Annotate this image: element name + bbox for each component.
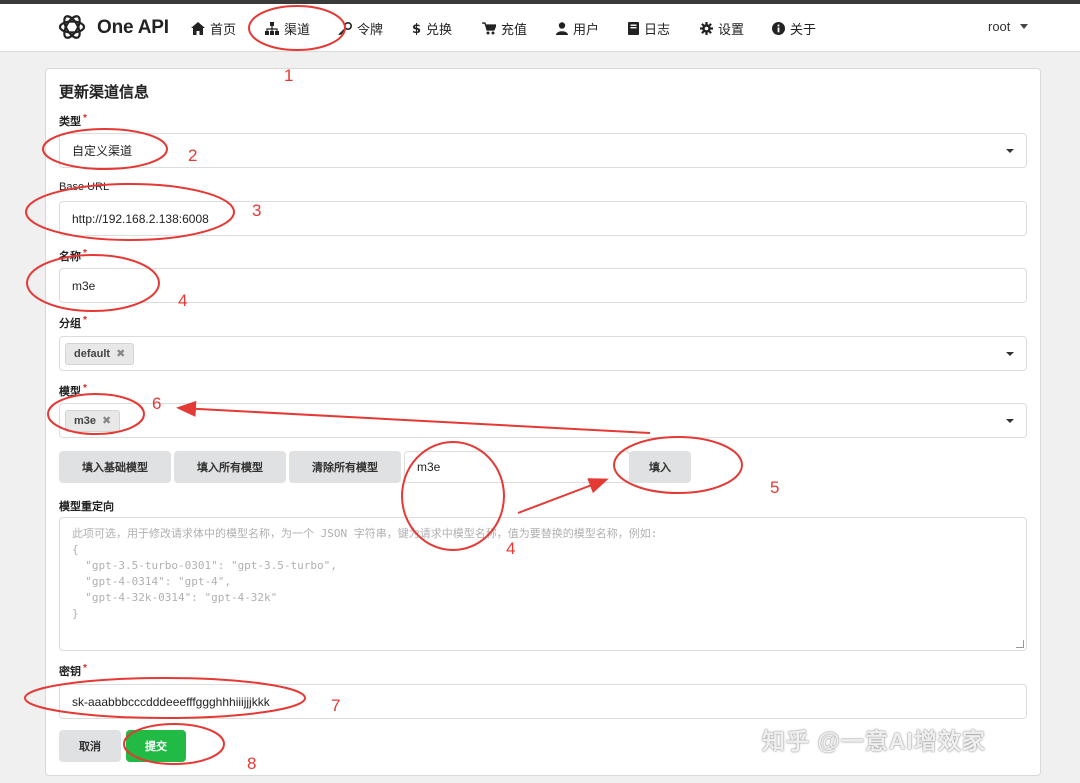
nav-logs[interactable]: 日志 — [628, 19, 670, 38]
book-icon — [628, 22, 639, 35]
group-label-text: 分组 — [59, 318, 81, 330]
annotation-number: 3 — [252, 201, 262, 220]
nav-settings[interactable]: 设置 — [700, 19, 744, 38]
models-label: 模型 * — [59, 383, 87, 399]
required-mark: * — [83, 315, 87, 326]
nav-redeem-label: 兑换 — [426, 22, 453, 37]
required-mark: * — [83, 248, 87, 259]
openai-logo-icon[interactable] — [56, 11, 88, 43]
nav-home-label: 首页 — [210, 22, 237, 37]
models-select[interactable]: m3e ✖ — [59, 403, 1027, 438]
nav-redeem[interactable]: $ 兑换 — [412, 19, 452, 38]
nav-users-label: 用户 — [573, 22, 600, 37]
name-label: 名称 * — [59, 248, 87, 264]
dollar-icon: $ — [412, 22, 421, 35]
base-url-input[interactable]: http://192.168.2.138:6008 — [59, 201, 1027, 236]
key-value: sk-aaabbbcccdddeeefffggghhhiiijjjkkk — [72, 694, 270, 709]
type-label-text: 类型 — [59, 116, 81, 128]
page-title: 更新渠道信息 — [59, 84, 150, 101]
chevron-down-icon — [1006, 148, 1014, 153]
type-select[interactable]: 自定义渠道 — [59, 133, 1027, 168]
nav-settings-label: 设置 — [718, 22, 745, 37]
name-input[interactable]: m3e — [59, 268, 1027, 303]
fill-custom-model-button[interactable]: 填入 — [629, 451, 691, 483]
nav-about[interactable]: 关于 — [772, 19, 816, 38]
type-select-value: 自定义渠道 — [72, 144, 133, 158]
brand-name[interactable]: One API — [97, 17, 169, 39]
close-icon[interactable]: ✖ — [116, 347, 125, 360]
nav-channels[interactable]: 渠道 — [265, 19, 310, 38]
key-label-text: 密钥 — [59, 666, 81, 678]
annotation-number: 4 — [178, 291, 188, 310]
edit-channel-card: 更新渠道信息 类型 * 自定义渠道 Base URL http://192.168… — [45, 68, 1041, 776]
watermark: 知乎 @一意AI增效家 — [762, 728, 986, 754]
custom-model-value: m3e — [417, 460, 441, 474]
nav-channels-label: 渠道 — [284, 22, 311, 37]
key-input[interactable]: sk-aaabbbcccdddeeefffggghhhiiijjjkkk — [59, 684, 1027, 719]
key-icon — [338, 22, 352, 35]
username: root — [988, 19, 1011, 34]
annotation-number: 6 — [152, 394, 162, 413]
required-mark: * — [83, 663, 87, 674]
nav-topup-label: 充值 — [501, 22, 528, 37]
nav-about-label: 关于 — [790, 22, 817, 37]
close-icon[interactable]: ✖ — [102, 414, 111, 427]
annotation-number: 8 — [247, 754, 257, 773]
annotation-number: 4 — [506, 539, 516, 558]
nav-tokens-label: 令牌 — [357, 22, 384, 37]
annotation-number: 7 — [331, 696, 341, 715]
home-icon — [191, 22, 205, 35]
name-label-text: 名称 — [59, 251, 81, 263]
annotation-number: 1 — [284, 66, 294, 85]
navbar: One API 首页 渠道 令牌 $ 兑换 充值 用户 日志 设置 关于 roo… — [0, 4, 1080, 52]
gear-icon — [700, 22, 713, 35]
resize-handle-icon[interactable] — [1016, 640, 1024, 648]
model-mapping-textarea[interactable]: 此项可选，用于修改请求体中的模型名称，为一个 JSON 字符串，键为请求中模型名… — [59, 517, 1027, 651]
group-chip[interactable]: default ✖ — [65, 342, 135, 365]
clear-all-models-button[interactable]: 清除所有模型 — [289, 451, 401, 483]
cart-icon — [482, 22, 496, 35]
nav-users[interactable]: 用户 — [556, 19, 599, 38]
chevron-down-icon — [1020, 24, 1029, 29]
annotation-number: 5 — [770, 478, 780, 497]
chevron-down-icon — [1006, 351, 1014, 356]
name-value: m3e — [72, 278, 96, 293]
svg-text:$: $ — [412, 22, 421, 35]
models-label-text: 模型 — [59, 386, 81, 398]
annotation-number: 2 — [188, 146, 198, 165]
model-mapping-placeholder: 此项可选，用于修改请求体中的模型名称，为一个 JSON 字符串，键为请求中模型名… — [72, 527, 658, 620]
key-label: 密钥 * — [59, 663, 87, 679]
base-url-value: http://192.168.2.138:6008 — [72, 211, 209, 226]
model-mapping-label: 模型重定向 — [59, 501, 114, 513]
type-label: 类型 * — [59, 113, 87, 129]
group-label: 分组 * — [59, 315, 87, 331]
nav-tokens[interactable]: 令牌 — [338, 19, 383, 38]
base-url-label: Base URL — [59, 181, 110, 193]
user-menu[interactable]: root — [988, 19, 1029, 34]
info-icon — [772, 22, 785, 35]
nav-home[interactable]: 首页 — [191, 19, 236, 38]
group-select[interactable]: default ✖ — [59, 336, 1027, 371]
required-mark: * — [83, 383, 87, 394]
submit-button[interactable]: 提交 — [126, 730, 186, 762]
group-chip-label: default — [74, 347, 111, 360]
model-chip[interactable]: m3e ✖ — [65, 409, 121, 432]
nav-logs-label: 日志 — [644, 22, 671, 37]
chevron-down-icon — [1006, 418, 1014, 423]
nav-topup[interactable]: 充值 — [482, 19, 527, 38]
required-mark: * — [83, 113, 87, 124]
user-icon — [556, 22, 568, 35]
sitemap-icon — [265, 22, 279, 35]
fill-basic-models-button[interactable]: 填入基础模型 — [59, 451, 171, 483]
model-chip-label: m3e — [74, 414, 97, 427]
fill-all-models-button[interactable]: 填入所有模型 — [174, 451, 286, 483]
custom-model-input[interactable]: m3e — [404, 451, 630, 483]
cancel-button[interactable]: 取消 — [59, 730, 121, 762]
